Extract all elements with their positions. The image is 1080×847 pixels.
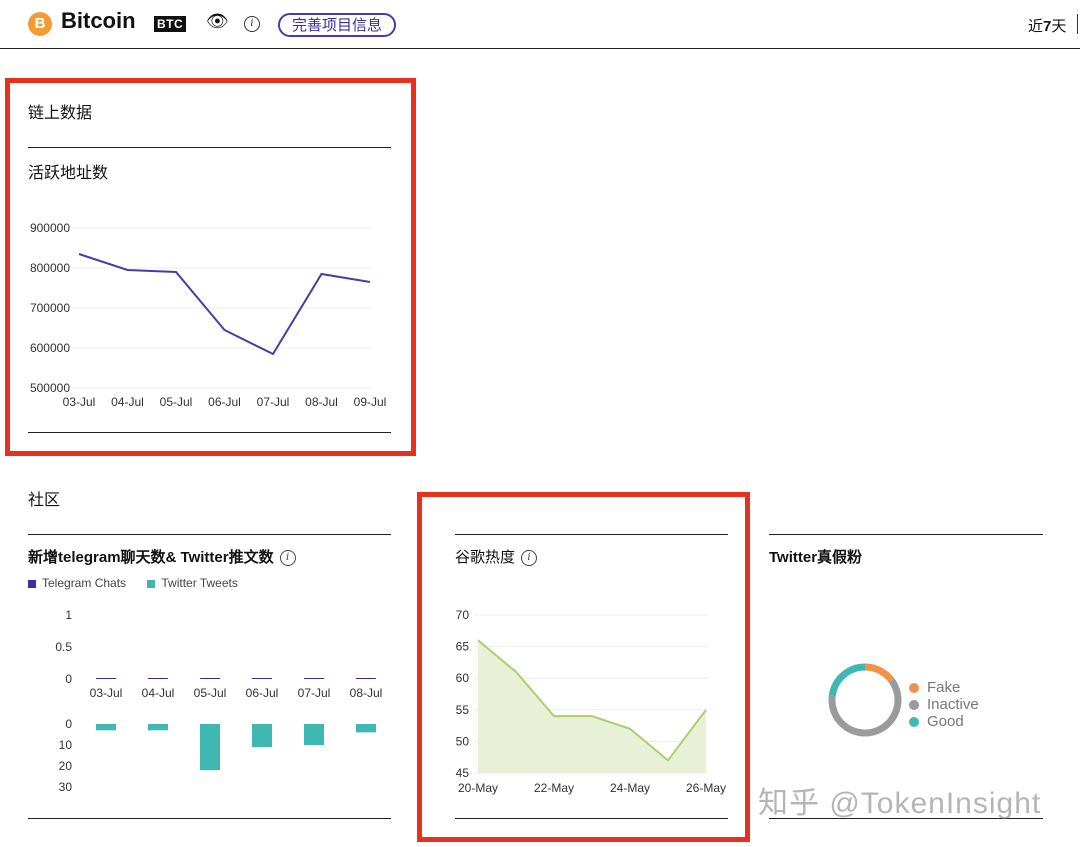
telegram-bar	[356, 678, 376, 679]
divider	[1077, 14, 1078, 34]
x-tick-label: 08-Jul	[350, 686, 383, 700]
twitter-bar	[148, 724, 168, 731]
y-tick-label: 0	[65, 672, 72, 686]
telegram-bar	[200, 678, 220, 679]
donut-slice-inactive	[828, 678, 902, 737]
y-tick-label: 20	[59, 759, 73, 773]
twitter-bar	[252, 724, 272, 748]
telegram-bar	[148, 678, 168, 679]
legend-telegram[interactable]: Telegram Chats	[28, 576, 126, 590]
divider	[28, 818, 391, 819]
divider	[28, 534, 391, 535]
twitter-bar	[304, 724, 324, 745]
legend-inactive[interactable]: Inactive	[909, 696, 979, 713]
legend-fake[interactable]: Fake	[909, 679, 979, 696]
x-tick-label: 04-Jul	[142, 686, 175, 700]
x-tick-label: 07-Jul	[298, 686, 331, 700]
project-title: Bitcoin	[61, 8, 136, 33]
twitter-bar	[96, 724, 116, 731]
community-section-title: 社区	[28, 492, 61, 509]
twitter-bar	[356, 724, 376, 733]
y-tick-label: 1	[65, 608, 72, 622]
y-tick-label: 0.5	[55, 640, 72, 654]
twitter-fans-title: Twitter真假粉	[769, 549, 863, 566]
tg-twitter-legend: Telegram Chats Twitter Tweets	[28, 576, 256, 590]
tg-twitter-chart: 1 0.5 0 0 10 20 30 03-Jul 04-Jul 05-Jul 06-Jul 07-J…	[55, 608, 383, 794]
y-tick-label: 10	[59, 738, 73, 752]
twitter-bar	[200, 724, 220, 771]
twitter-fans-donut	[828, 663, 902, 737]
x-tick-label: 06-Jul	[246, 686, 279, 700]
complete-project-info-button[interactable]: 完善项目信息	[278, 13, 397, 37]
divider	[769, 534, 1043, 535]
ticker-badge: BTC	[154, 16, 187, 32]
y-tick-label: 30	[59, 780, 73, 794]
donut-slice-fake	[864, 663, 895, 683]
telegram-bar	[96, 678, 116, 679]
highlight-box-google	[417, 492, 750, 842]
telegram-bar	[304, 678, 324, 679]
telegram-bar	[252, 678, 272, 679]
eye-icon[interactable]: 👁	[206, 11, 229, 32]
info-icon[interactable]: i	[279, 550, 296, 567]
watermark: 知乎 @TokenInsight	[758, 787, 1042, 820]
x-tick-label: 03-Jul	[90, 686, 123, 700]
donut-slice-good	[828, 663, 866, 697]
twitter-fans-legend: Fake Inactive Good	[909, 679, 979, 730]
legend-good[interactable]: Good	[909, 713, 979, 730]
legend-twitter[interactable]: Twitter Tweets	[147, 576, 238, 590]
highlight-box-onchain	[5, 78, 416, 456]
y-tick-label: 0	[65, 717, 72, 731]
info-icon[interactable]: i	[244, 16, 260, 32]
bitcoin-logo-icon: B	[28, 12, 52, 36]
x-tick-label: 05-Jul	[194, 686, 227, 700]
telegram-twitter-title: 新增telegram聊天数& Twitter推文数 i	[28, 546, 296, 567]
top-bar: B Bitcoin BTC 👁 i 完善项目信息 近7天	[0, 0, 1080, 49]
time-range-selector[interactable]: 近7天	[1028, 15, 1066, 36]
